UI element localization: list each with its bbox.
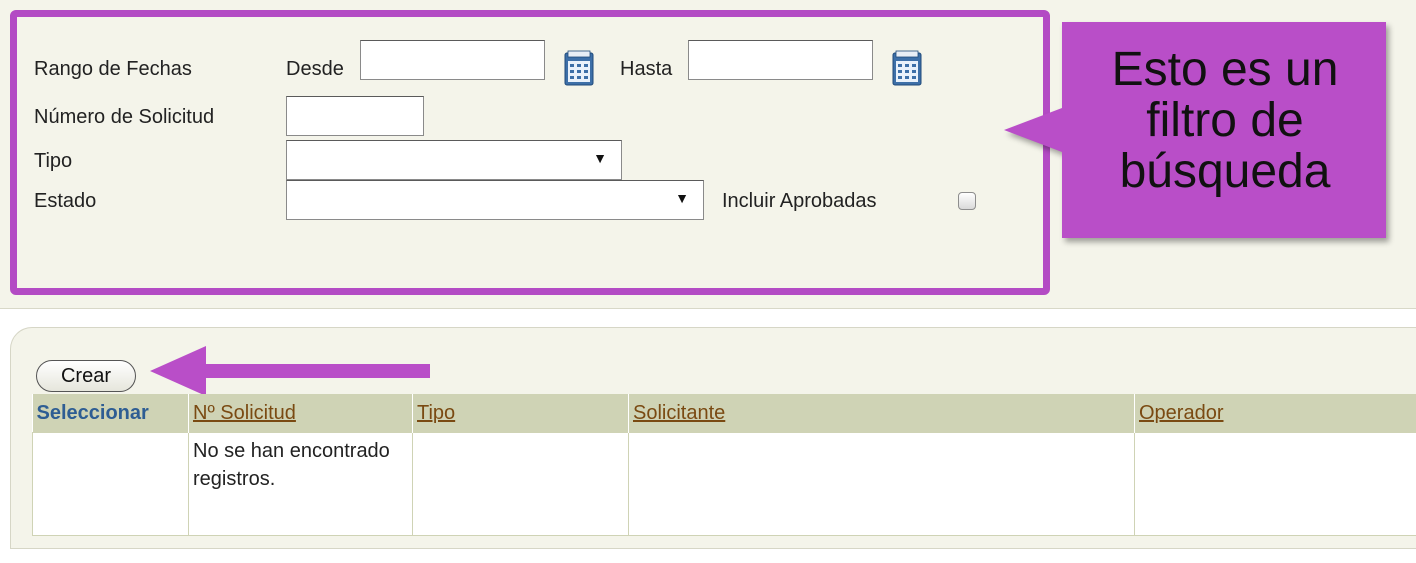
pointer-arrow-icon	[150, 346, 430, 396]
sort-link-requester[interactable]: Solicitante	[633, 402, 725, 424]
status-label: Estado	[34, 190, 97, 212]
type-select[interactable]: ▼	[286, 140, 622, 180]
table-header-row: Seleccionar Nº Solicitud Tipo Solicitant…	[32, 394, 1416, 433]
table-row: No se han encontrado registros.	[32, 432, 1416, 536]
empty-results-message: No se han encontrado registros.	[188, 432, 413, 536]
column-header-requester[interactable]: Solicitante	[628, 394, 1135, 433]
sort-link-type[interactable]: Tipo	[417, 402, 455, 424]
column-header-select: Seleccionar	[32, 394, 189, 433]
from-date-input[interactable]	[360, 40, 545, 80]
request-number-label: Número de Solicitud	[34, 106, 215, 128]
sort-link-operator[interactable]: Operador	[1139, 402, 1224, 424]
include-approved-checkbox[interactable]	[958, 192, 976, 210]
calendar-icon[interactable]	[892, 50, 922, 86]
status-select[interactable]: ▼	[286, 180, 704, 220]
dropdown-arrow-icon: ▼	[675, 190, 689, 206]
column-header-type[interactable]: Tipo	[412, 394, 629, 433]
cell-operator	[1134, 432, 1416, 536]
callout-line-2: filtro de	[1146, 94, 1304, 147]
to-label: Hasta	[620, 58, 673, 80]
column-header-request-number[interactable]: Nº Solicitud	[188, 394, 413, 433]
cell-select	[32, 432, 189, 536]
from-label: Desde	[286, 58, 344, 80]
calendar-icon[interactable]	[564, 50, 594, 86]
to-date-input[interactable]	[688, 40, 873, 80]
callout-line-1: Esto es un	[1111, 43, 1339, 96]
cell-type	[412, 432, 629, 536]
dropdown-arrow-icon: ▼	[593, 150, 607, 166]
create-button[interactable]: Crear	[36, 360, 136, 392]
include-approved-label: Incluir Aprobadas	[722, 190, 877, 212]
request-number-input[interactable]	[286, 96, 424, 136]
cell-requester	[628, 432, 1135, 536]
callout-text: Esto es un filtro de búsqueda	[1062, 44, 1388, 197]
type-label: Tipo	[34, 150, 73, 172]
column-header-operator[interactable]: Operador	[1134, 394, 1416, 433]
date-range-label: Rango de Fechas	[34, 58, 192, 80]
results-table: Seleccionar Nº Solicitud Tipo Solicitant…	[32, 394, 1416, 536]
callout-line-3: búsqueda	[1119, 145, 1331, 198]
sort-link-request-number[interactable]: Nº Solicitud	[193, 402, 296, 424]
